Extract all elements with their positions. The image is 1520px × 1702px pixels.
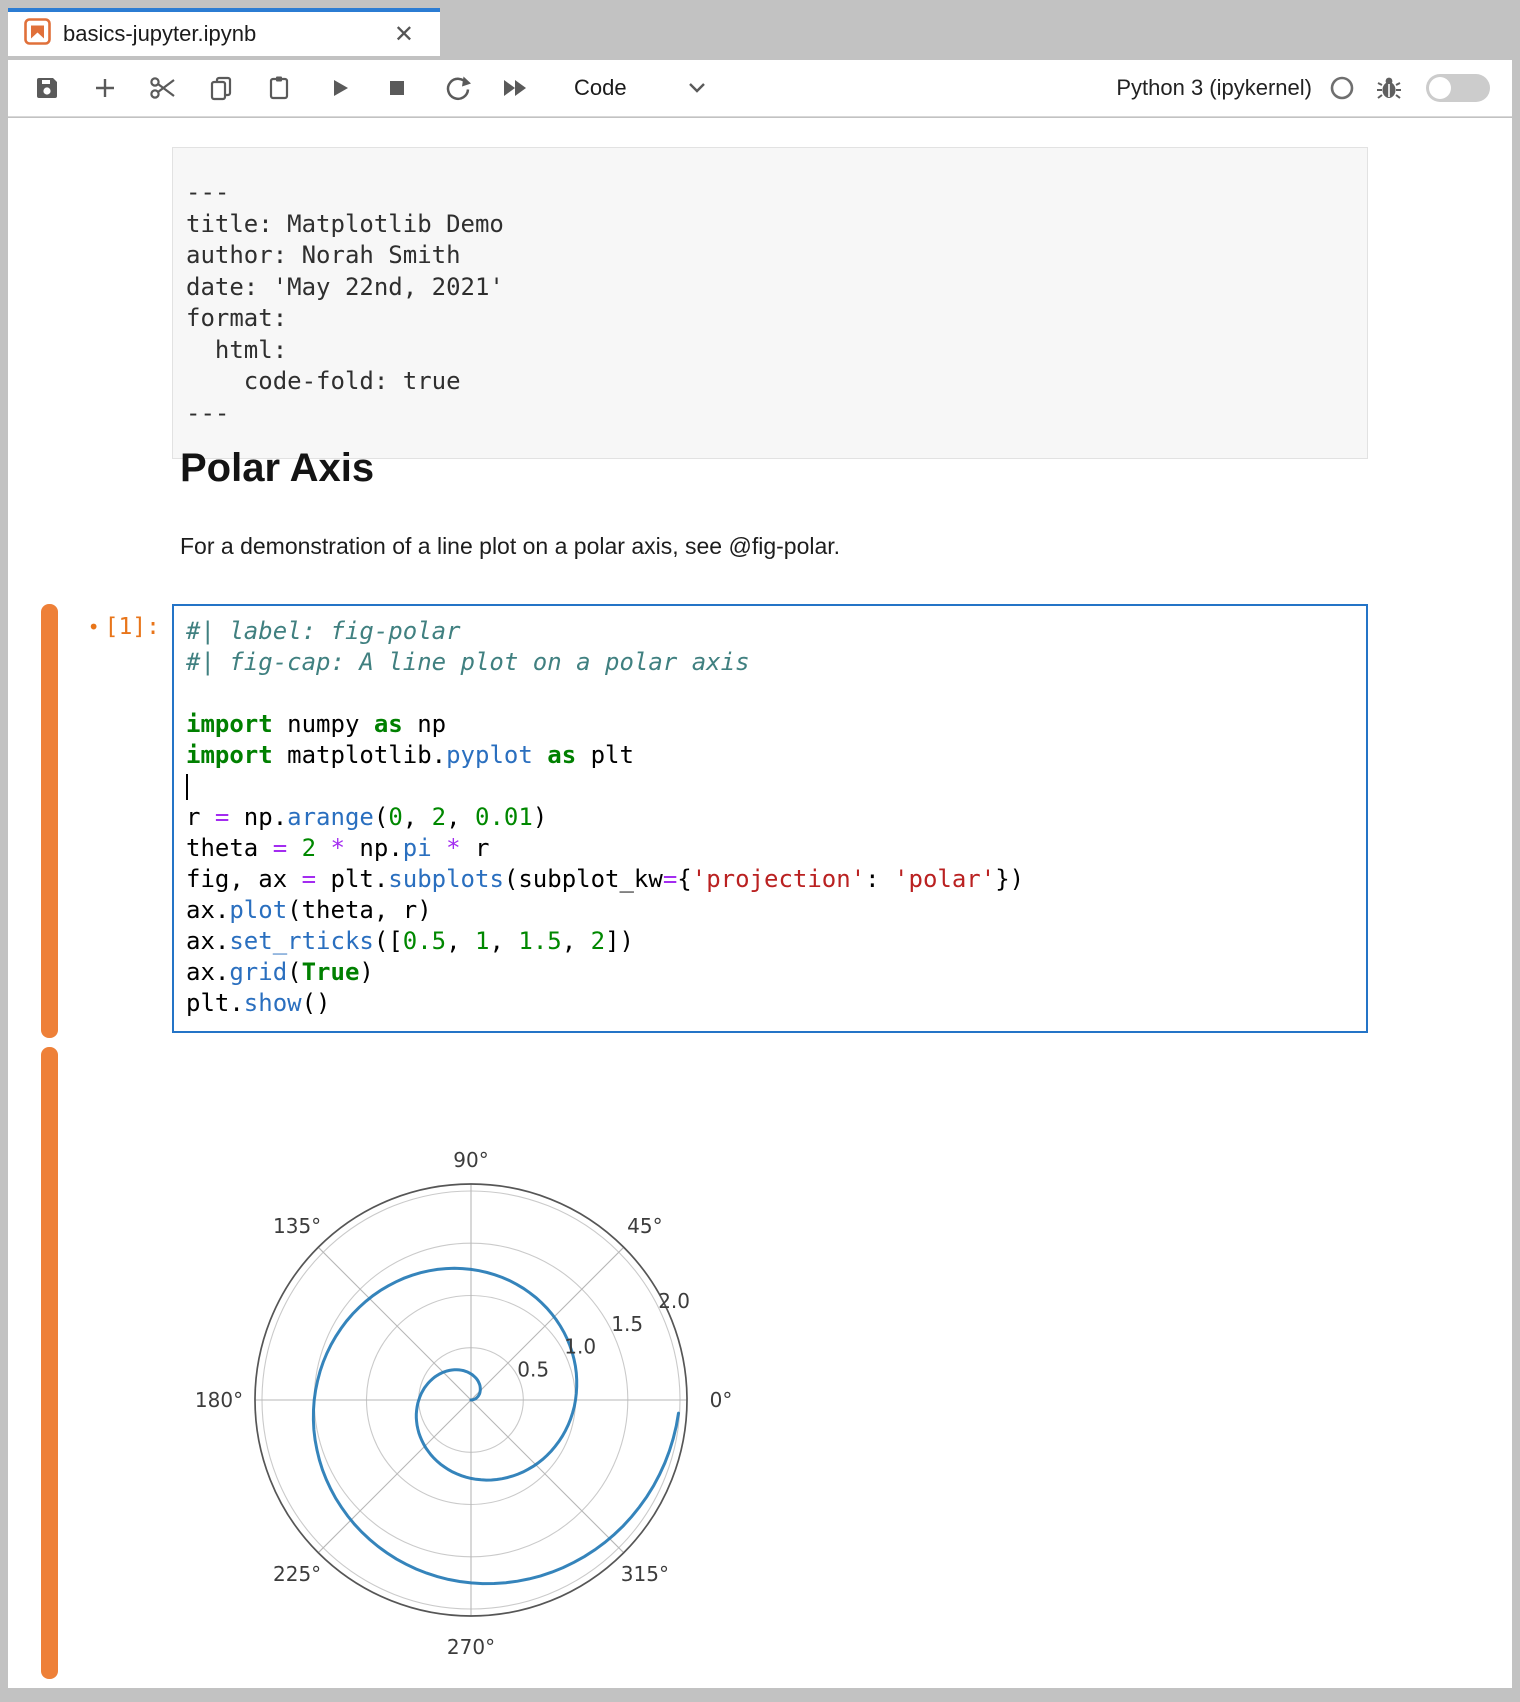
code-editor[interactable]: #| label: fig-polar#| fig-cap: A line pl…	[186, 616, 1366, 1019]
code-cell-collapser[interactable]	[41, 604, 58, 1038]
cut-cells-button[interactable]	[146, 71, 180, 105]
restart-run-all-button[interactable]	[498, 71, 532, 105]
scissors-icon	[148, 73, 178, 103]
cell-type-value: Code	[574, 75, 627, 101]
save-icon	[34, 75, 60, 101]
raw-cell[interactable]: ---title: Matplotlib Demoauthor: Norah S…	[172, 147, 1368, 459]
run-icon	[327, 76, 351, 100]
svg-text:1.5: 1.5	[611, 1312, 643, 1336]
chevron-down-icon	[685, 80, 709, 96]
run-cell-button[interactable]	[322, 71, 356, 105]
copy-cells-button[interactable]	[204, 71, 238, 105]
svg-text:45°: 45°	[627, 1214, 662, 1238]
polar-plot-svg: 0° 45° 90° 135° 180° 225° 270° 315° 0.5 1.0 1.5 2.0	[160, 1040, 780, 1690]
svg-text:0°: 0°	[710, 1388, 733, 1412]
notebook-icon	[24, 18, 51, 50]
code-cell[interactable]: #| label: fig-polar#| fig-cap: A line pl…	[172, 604, 1368, 1033]
svg-text:180°: 180°	[195, 1388, 243, 1412]
fast-forward-icon	[501, 76, 529, 100]
simple-mode-toggle[interactable]	[1426, 74, 1490, 102]
tab-title: basics-jupyter.ipynb	[63, 21, 394, 47]
execution-count: [1]:	[105, 614, 160, 640]
paste-cells-button[interactable]	[262, 71, 296, 105]
svg-text:90°: 90°	[453, 1148, 488, 1172]
copy-icon	[207, 74, 235, 102]
save-button[interactable]	[30, 71, 64, 105]
toggle-knob	[1429, 77, 1451, 99]
debugger-bug-icon[interactable]	[1376, 74, 1402, 102]
stop-icon	[386, 77, 408, 99]
tab-close-icon[interactable]: ✕	[394, 20, 414, 49]
notebook-toolbar: Code Python 3 (ipykernel)	[8, 60, 1512, 117]
kernel-status-icon	[1328, 74, 1356, 102]
kernel-name[interactable]: Python 3 (ipykernel)	[1116, 75, 1312, 101]
execution-prompt: •[1]:	[38, 614, 160, 640]
svg-text:0.5: 0.5	[517, 1358, 549, 1382]
add-cell-button[interactable]	[88, 71, 122, 105]
svg-text:135°: 135°	[273, 1214, 321, 1238]
tab-notebook[interactable]: basics-jupyter.ipynb ✕	[8, 8, 440, 56]
jupyterlab-window: basics-jupyter.ipynb ✕	[0, 0, 1520, 1702]
execution-bullet: •	[88, 615, 100, 639]
svg-text:315°: 315°	[621, 1562, 669, 1586]
svg-text:270°: 270°	[447, 1635, 495, 1659]
svg-text:1.0: 1.0	[564, 1335, 596, 1359]
output-figure: 0° 45° 90° 135° 180° 225° 270° 315° 0.5 1.0 1.5 2.0	[160, 1040, 780, 1690]
interrupt-kernel-button[interactable]	[380, 71, 414, 105]
svg-text:2.0: 2.0	[658, 1289, 690, 1313]
markdown-heading: Polar Axis	[180, 446, 374, 491]
markdown-paragraph: For a demonstration of a line plot on a …	[180, 533, 840, 560]
output-collapser[interactable]	[41, 1047, 58, 1679]
raw-cell-content: ---title: Matplotlib Demoauthor: Norah S…	[186, 177, 1367, 429]
restart-kernel-button[interactable]	[440, 71, 474, 105]
restart-icon	[443, 74, 471, 102]
notebook-scroll-area[interactable]: ---title: Matplotlib Demoauthor: Norah S…	[8, 118, 1512, 1688]
cell-type-dropdown[interactable]: Code	[574, 75, 709, 101]
svg-text:225°: 225°	[273, 1562, 321, 1586]
paste-icon	[265, 74, 293, 102]
plus-icon	[92, 75, 118, 101]
